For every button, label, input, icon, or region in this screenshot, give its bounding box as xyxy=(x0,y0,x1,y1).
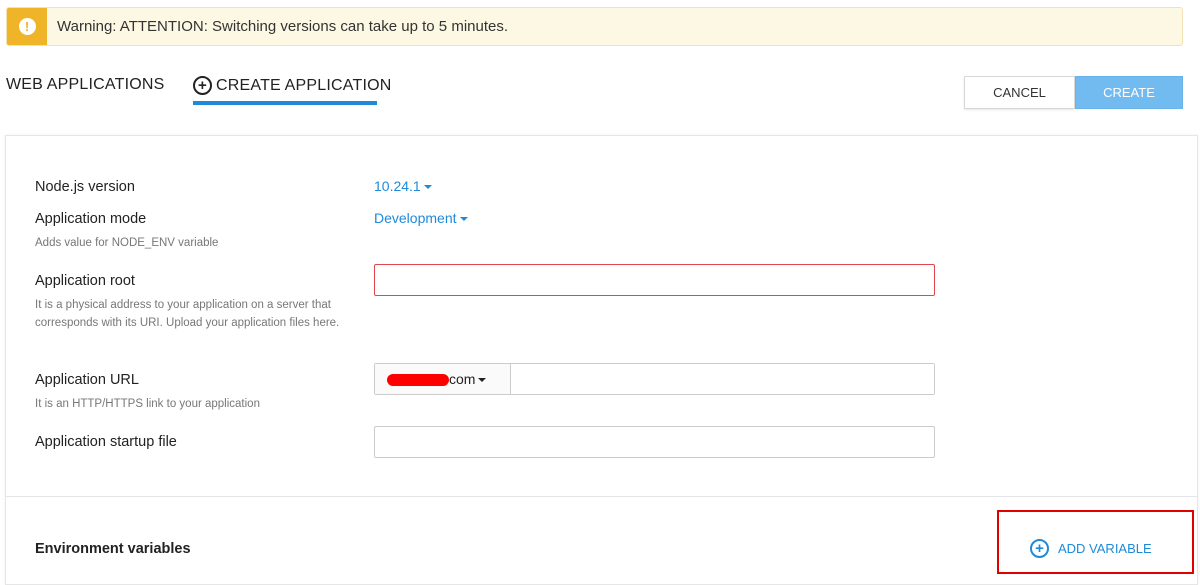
exclamation-icon: ! xyxy=(18,18,36,35)
cancel-button[interactable]: CANCEL xyxy=(964,76,1075,109)
domain-suffix: com xyxy=(449,371,476,387)
nodejs-version-value: 10.24.1 xyxy=(374,178,421,194)
application-mode-hint: Adds value for NODE_ENV variable xyxy=(35,237,219,249)
application-url-field: com xyxy=(374,363,935,395)
add-circle-icon: + xyxy=(193,76,212,95)
breadcrumb-web-applications[interactable]: WEB APPLICATIONS xyxy=(6,76,165,94)
tab-create-application[interactable]: + CREATE APPLICATION xyxy=(193,76,392,95)
domain-dropdown[interactable]: com xyxy=(375,364,511,394)
tab-create-application-label: CREATE APPLICATION xyxy=(216,76,392,94)
warning-text: Warning: ATTENTION: Switching versions c… xyxy=(57,18,509,35)
caret-down-icon xyxy=(459,217,468,221)
caret-down-icon xyxy=(423,185,432,189)
application-root-input[interactable] xyxy=(374,264,935,296)
application-mode-label: Application mode xyxy=(35,211,147,227)
nodejs-version-dropdown[interactable]: 10.24.1 xyxy=(374,178,432,194)
startup-file-label: Application startup file xyxy=(35,434,177,450)
application-url-input[interactable] xyxy=(511,364,934,394)
application-root-hint: It is a physical address to your applica… xyxy=(35,299,340,329)
create-button[interactable]: CREATE xyxy=(1075,76,1183,109)
application-url-label: Application URL xyxy=(35,372,139,388)
warning-badge: ! xyxy=(7,8,47,45)
application-url-hint: It is an HTTP/HTTPS link to your applica… xyxy=(35,398,260,410)
application-mode-dropdown[interactable]: Development xyxy=(374,210,468,226)
nodejs-version-label: Node.js version xyxy=(35,179,135,195)
annotation-highlight-box xyxy=(997,510,1194,574)
section-divider xyxy=(5,496,1198,497)
redacted-domain xyxy=(387,374,449,386)
application-root-label: Application root xyxy=(35,273,135,289)
startup-file-input[interactable] xyxy=(374,426,935,458)
warning-banner: ! Warning: ATTENTION: Switching versions… xyxy=(6,7,1183,46)
active-tab-indicator xyxy=(193,101,377,105)
caret-down-icon xyxy=(478,378,487,382)
application-mode-value: Development xyxy=(374,210,457,226)
environment-variables-title: Environment variables xyxy=(35,541,191,557)
